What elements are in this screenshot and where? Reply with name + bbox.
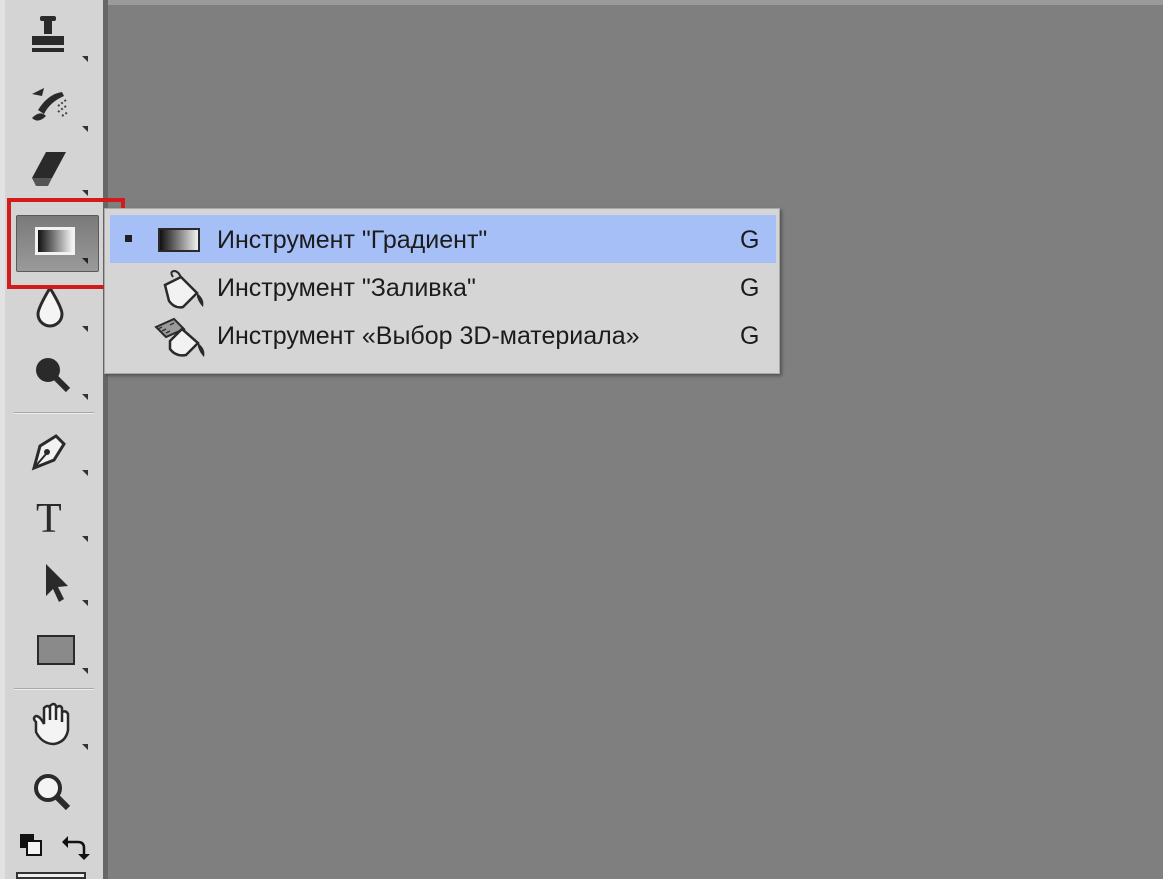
gradient-icon [155, 219, 205, 264]
menu-item-label: Инструмент «Выбор 3D-материала» [217, 322, 640, 350]
history-brush-icon [32, 88, 88, 132]
paint-bucket-icon [155, 267, 211, 316]
blur-icon [36, 285, 88, 332]
toolbar-edge [103, 0, 108, 879]
pen-tool[interactable] [18, 424, 98, 484]
eraser-tool[interactable] [18, 146, 98, 206]
type-icon: T [36, 496, 88, 542]
gradient-tool[interactable] [18, 214, 98, 274]
menu-item-shortcut: G [740, 274, 760, 302]
toolbar-separator [14, 688, 94, 690]
swap-colors-icon [62, 836, 90, 860]
menu-item-3d-material-drop[interactable]: Инструмент «Выбор 3D-материала» G [110, 311, 776, 359]
tool-flyout-menu: Инструмент "Градиент" G Инструмент "Зали… [104, 208, 780, 374]
3d-material-drop-icon [150, 315, 210, 364]
menu-item-label: Инструмент "Градиент" [217, 226, 488, 254]
path-selection-icon [46, 564, 88, 606]
gradient-icon [35, 227, 88, 264]
default-colors-button[interactable] [18, 832, 48, 862]
menu-item-gradient[interactable]: Инструмент "Градиент" G [110, 215, 776, 263]
path-selection-tool[interactable] [18, 556, 98, 616]
menu-item-paint-bucket[interactable]: Инструмент "Заливка" G [110, 263, 776, 311]
menu-item-label: Инструмент "Заливка" [217, 274, 476, 302]
color-swatch[interactable] [16, 872, 86, 879]
current-tool-bullet [125, 235, 132, 242]
eraser-icon [32, 152, 88, 196]
hand-icon [32, 702, 88, 750]
menu-item-shortcut: G [740, 226, 760, 254]
history-brush-tool[interactable] [18, 80, 98, 140]
menu-item-shortcut: G [740, 322, 760, 350]
clone-stamp-icon [32, 16, 88, 62]
pen-icon [31, 434, 88, 476]
dodge-icon [36, 358, 88, 400]
canvas-top-border [108, 0, 1163, 5]
rectangle-shape-icon [37, 635, 88, 674]
svg-text:T: T [36, 496, 62, 542]
zoom-tool[interactable] [18, 764, 98, 824]
clone-stamp-tool[interactable] [18, 12, 98, 72]
swap-colors-button[interactable] [62, 832, 92, 862]
toolbar-edge [0, 0, 5, 879]
rectangle-tool[interactable] [18, 624, 98, 684]
tools-panel: T [0, 0, 108, 879]
default-colors-icon [20, 834, 42, 856]
blur-tool[interactable] [18, 282, 98, 342]
toolbar-separator [14, 412, 94, 414]
type-tool[interactable]: T [18, 492, 98, 552]
hand-tool[interactable] [18, 698, 98, 758]
dodge-tool[interactable] [18, 350, 98, 410]
zoom-icon [34, 774, 71, 811]
